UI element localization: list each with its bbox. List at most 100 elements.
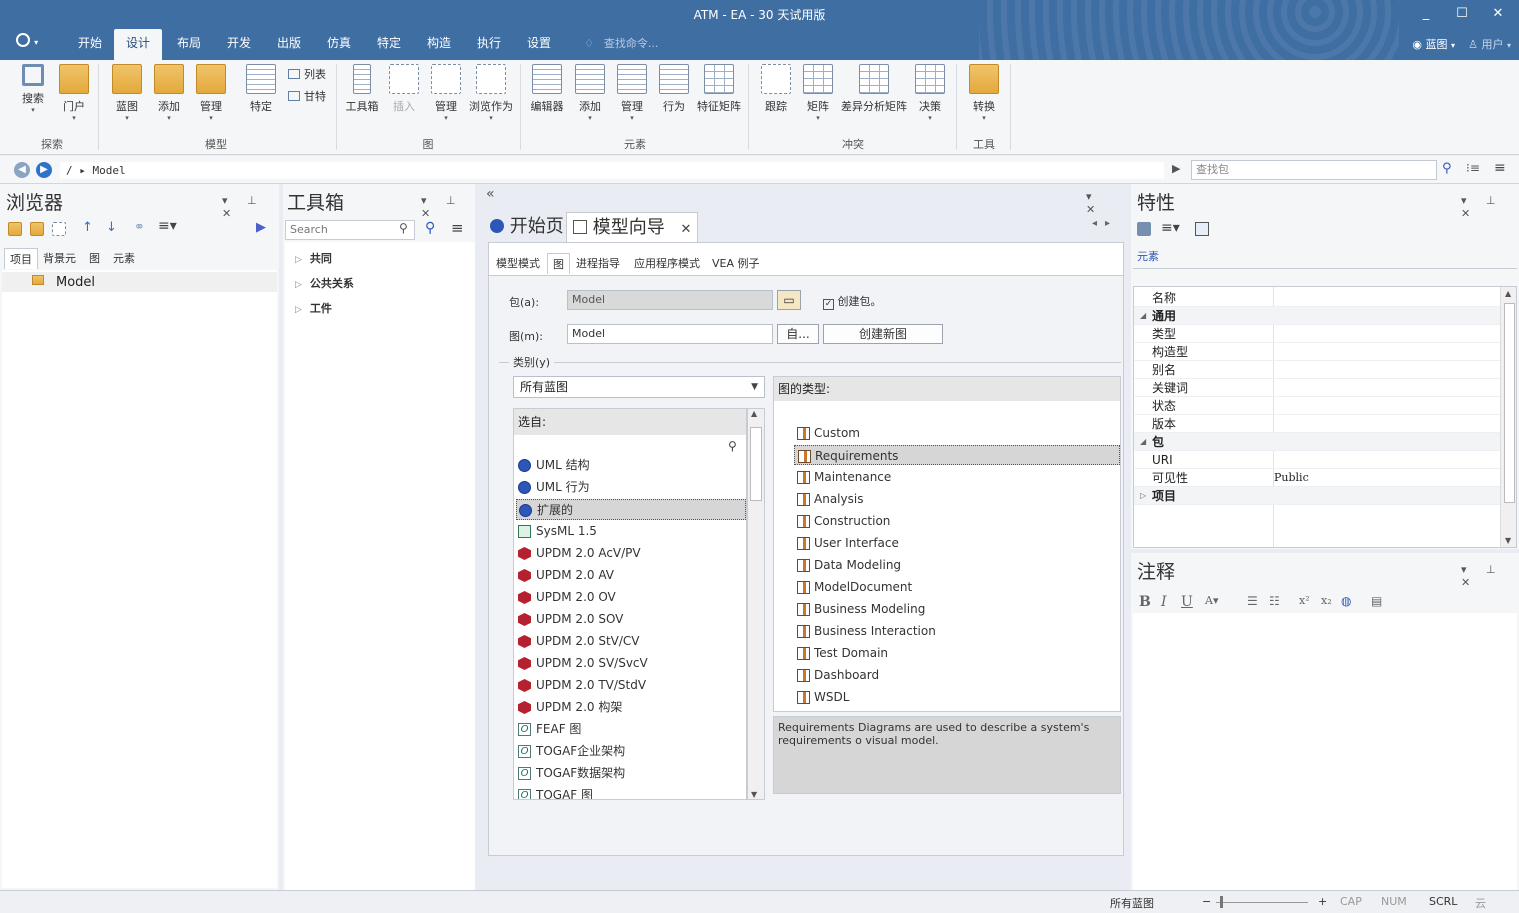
forward-icon[interactable]: ▶ [36,162,52,178]
from-list-item[interactable]: UPDM 2.0 OV [516,587,746,608]
portal-button[interactable]: 门户 ▾ [58,64,90,122]
panel-controls[interactable]: ▾ ⊥ ✕ [1461,194,1519,220]
manage-diagram-button[interactable]: 管理 ▾ [430,64,462,122]
move-up-icon[interactable]: ↑ [82,220,93,235]
property-group[interactable]: ◢ 包 [1134,433,1500,451]
menu-tab-construct[interactable]: 构造 [415,29,463,60]
property-row[interactable]: 名称 [1134,289,1500,307]
from-list-item[interactable]: O TOGAF 图 [516,785,746,799]
from-list-item[interactable]: UPDM 2.0 SOV [516,609,746,630]
underline-button[interactable]: U [1181,594,1193,610]
scroll-up-icon[interactable]: ▲ [1505,289,1511,298]
menu-icon[interactable]: ≡▾ [1161,220,1180,236]
open-folder-icon[interactable] [30,222,44,236]
diagram-type-item[interactable]: Requirements [794,445,1120,465]
tab-project[interactable]: 项目 [4,248,38,269]
command-search[interactable]: ♢ 查找命令... [584,35,658,51]
from-list-scrollbar[interactable]: ▲ ▼ [747,408,765,800]
from-list-item[interactable]: UPDM 2.0 AcV/PV [516,543,746,564]
tab-context[interactable]: 背景元 [38,248,81,268]
package-field[interactable]: Model [567,290,773,310]
superscript-icon[interactable]: x² [1299,594,1310,607]
diagram-type-item[interactable]: Test Domain [794,643,1120,663]
menu-tab-develop[interactable]: 开发 [215,29,263,60]
trace-button[interactable]: 跟踪 [758,64,794,114]
property-row[interactable]: 构造型 [1134,343,1500,361]
wizard-tab-process[interactable]: 进程指导 [571,253,625,273]
property-row[interactable]: URI [1134,451,1500,469]
subscript-icon[interactable]: x₂ [1321,594,1332,607]
hamburger-icon[interactable]: ≡ [451,219,464,237]
panel-controls[interactable]: ▾ ⊥ ✕ [421,194,475,220]
package-search-input[interactable]: 查找包 [1191,160,1437,180]
expand-arrow-icon[interactable]: ◢ [1140,433,1146,451]
from-list-item[interactable]: UPDM 2.0 构架 [516,697,746,718]
toolbox-section-artifacts[interactable]: ▷ 工件 [295,300,332,316]
properties-tab-element[interactable]: 元素 [1137,248,1159,264]
tab-element[interactable]: 元素 [108,248,140,268]
panel-controls[interactable]: ▾ ⊥ ✕ [222,194,279,220]
zoom-slider-thumb[interactable] [1220,896,1223,908]
menu-tab-simulate[interactable]: 仿真 [315,29,363,60]
scroll-down-icon[interactable]: ▼ [1505,536,1511,545]
diagram-type-item[interactable]: Dashboard [794,665,1120,685]
font-color-icon[interactable]: A▾ [1205,594,1218,607]
diagram-type-item[interactable]: Data Modeling [794,555,1120,575]
spellcheck-icon[interactable]: ▤ [1371,594,1382,608]
diagram-type-item[interactable]: User Interface [794,533,1120,553]
from-list-item[interactable]: 扩展的 [516,499,746,520]
close-window-button[interactable]: ✕ [1483,4,1513,24]
move-down-icon[interactable]: ↓ [106,220,117,235]
diagram-type-item[interactable]: Custom [794,423,1120,443]
diagram-type-item[interactable]: Business Interaction [794,621,1120,641]
diagram-type-item[interactable]: Construction [794,511,1120,531]
matrix-button[interactable]: 矩阵 ▾ [802,64,834,122]
property-value[interactable]: Public [1274,469,1309,487]
gap-matrix-button[interactable]: 差异分析矩阵 [838,64,910,114]
from-list-item[interactable]: UPDM 2.0 TV/StdV [516,675,746,696]
properties-dialog-icon[interactable] [1195,222,1209,236]
menu-tab-design[interactable]: 设计 [114,29,163,60]
diagram-type-item[interactable]: WSDL [794,687,1120,707]
expand-right-icon[interactable]: ▶ [256,220,266,235]
from-list-item[interactable]: UML 行为 [516,477,746,498]
from-list-item[interactable]: O TOGAF企业架构 [516,741,746,762]
play-icon[interactable]: ▶ [1172,162,1180,175]
property-row[interactable]: 别名 [1134,361,1500,379]
panel-controls[interactable]: ▾ ⊥ ✕ [1461,563,1519,589]
filter-icon[interactable]: ⁝≡ [1466,161,1480,175]
link-icon[interactable]: ⚭ [134,220,145,235]
from-list-item[interactable]: O FEAF 图 [516,719,746,740]
convert-button[interactable]: 转换 ▾ [966,64,1002,122]
diagram-name-field[interactable]: Model [567,324,773,344]
hyperlink-icon[interactable]: ◍ [1341,594,1351,608]
property-group[interactable]: ▷ 项目 [1134,487,1500,505]
numbered-list-icon[interactable]: ☷ [1269,594,1280,608]
bullet-list-icon[interactable]: ☰ [1247,594,1258,608]
from-list-item[interactable]: SysML 1.5 [516,521,746,542]
auto-name-button[interactable]: 自... [777,324,819,344]
from-list-item[interactable]: O TOGAF数据架构 [516,763,746,784]
toolbox-search-input[interactable]: Search [285,220,415,240]
notes-editor[interactable] [1133,613,1517,890]
gantt-view-button[interactable]: 甘特 [288,88,326,104]
create-diagram-button[interactable]: 创建新图 [823,324,943,344]
menu-tab-start[interactable]: 开始 [66,29,114,60]
menu-tab-specific[interactable]: 特定 [365,29,413,60]
feature-matrix-button[interactable]: 特征矩阵 [696,64,742,114]
tab-diagram[interactable]: 图 [84,248,105,268]
expand-arrow-icon[interactable]: ◢ [1140,307,1146,325]
breadcrumb[interactable]: / ▸ Model [60,162,1164,179]
close-tab-icon[interactable]: ✕ [680,222,691,237]
app-menu-button[interactable]: ▾ [16,33,48,53]
scrollbar-thumb[interactable] [1504,303,1515,503]
behavior-button[interactable]: 行为 [658,64,690,114]
collapse-left-icon[interactable]: « [486,186,495,202]
expand-arrow-icon[interactable]: ▷ [1140,487,1146,505]
menu-tab-execute[interactable]: 执行 [465,29,513,60]
search-icon[interactable]: ⚲ [1442,161,1452,176]
scroll-up-icon[interactable]: ▲ [751,409,757,418]
specific-button[interactable]: 特定 [244,64,278,114]
maximize-button[interactable]: ☐ [1447,4,1477,24]
wizard-tab-diagram[interactable]: 图 [547,253,570,274]
